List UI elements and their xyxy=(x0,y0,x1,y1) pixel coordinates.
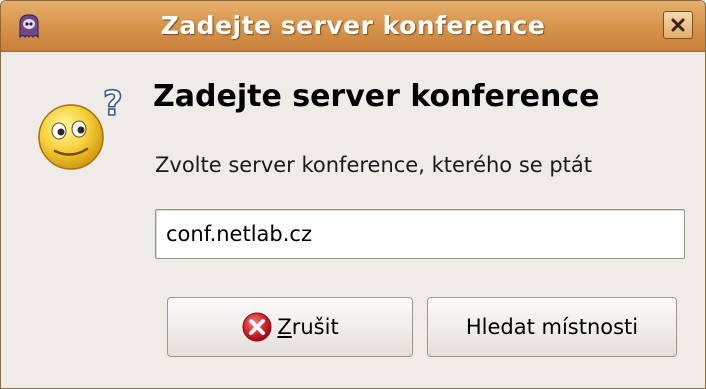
title-bar[interactable]: Zadejte server konference xyxy=(1,1,705,52)
cancel-mnemonic: Z xyxy=(277,315,292,339)
question-smiley-icon: ? xyxy=(35,79,131,175)
search-rooms-label: Hledat místnosti xyxy=(465,315,639,339)
server-input[interactable] xyxy=(155,209,685,259)
cancel-icon xyxy=(241,311,273,343)
cancel-button-label: Zrušit xyxy=(277,315,338,339)
dialog-heading: Zadejte server konference xyxy=(153,79,600,114)
cancel-label-rest: rušit xyxy=(291,315,339,339)
dialog-window: Zadejte server konference ? Zadejte serv… xyxy=(0,0,706,389)
close-button[interactable] xyxy=(663,11,693,39)
cancel-button[interactable]: Zrušit xyxy=(167,297,413,357)
search-rooms-button[interactable]: Hledat místnosti xyxy=(427,297,677,357)
close-icon xyxy=(671,18,685,32)
svg-text:?: ? xyxy=(103,84,123,124)
window-title: Zadejte server konference xyxy=(160,11,546,40)
dialog-subtext: Zvolte server konference, kterého se ptá… xyxy=(155,153,593,177)
